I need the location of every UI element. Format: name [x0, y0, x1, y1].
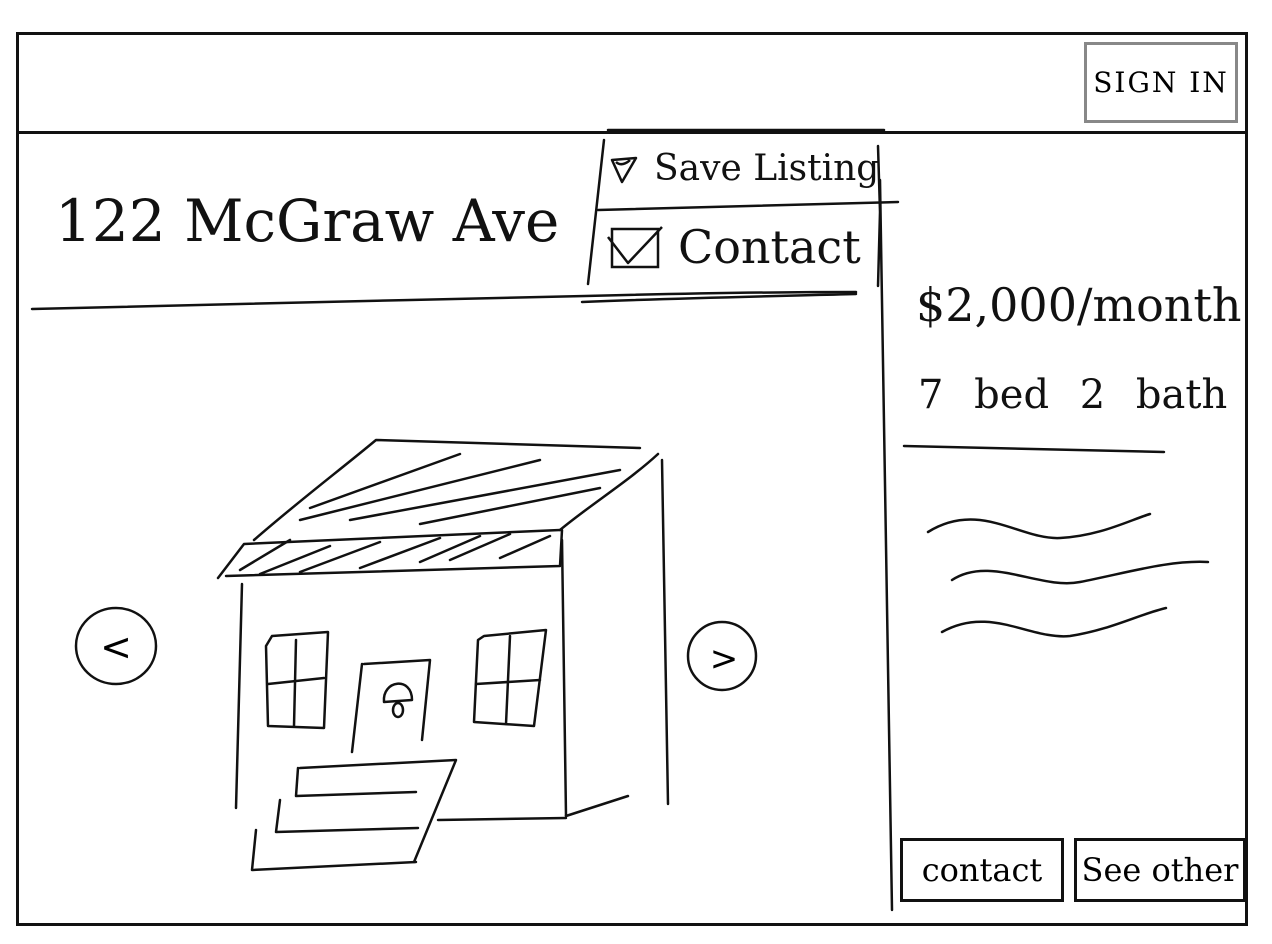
chevron-left-icon: <	[100, 625, 132, 669]
description-text-placeholder	[926, 512, 1210, 638]
previous-photo-button[interactable]: <	[74, 606, 158, 686]
listing-beds-baths: 7 bed 2 bath	[918, 372, 1228, 418]
contact-button[interactable]: contact	[900, 838, 1064, 902]
checkbox-icon	[607, 226, 663, 269]
heart-icon	[610, 156, 638, 183]
contact-menu-label: Contact	[678, 220, 861, 274]
see-other-button[interactable]: See other	[1074, 838, 1246, 902]
contact-menu-item[interactable]: Contact	[606, 220, 861, 274]
price-divider	[902, 444, 1166, 454]
sidebar-divider	[878, 178, 894, 912]
save-listing-button[interactable]: Save Listing	[606, 148, 879, 189]
next-photo-button[interactable]: >	[686, 620, 758, 692]
house-photo	[216, 438, 670, 872]
listing-price: $2,000/month	[916, 278, 1242, 332]
title-underline	[30, 290, 858, 311]
actions-menu: Save Listing Contact	[588, 130, 880, 290]
chevron-right-icon: >	[710, 639, 739, 679]
save-listing-label: Save Listing	[654, 148, 880, 189]
